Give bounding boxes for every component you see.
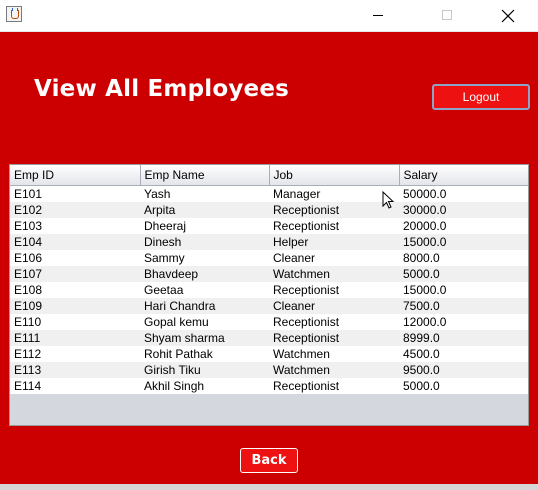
cell-salary: 4500.0 xyxy=(399,345,528,362)
cell-job: Watchmen xyxy=(269,265,399,282)
cell-salary: 30000.0 xyxy=(399,201,528,218)
logout-button[interactable]: Logout xyxy=(432,84,530,110)
cell-salary: 7500.0 xyxy=(399,297,528,314)
table-row[interactable]: E101 Yash Manager 50000.0 xyxy=(10,185,528,202)
cell-job: Receptionist xyxy=(269,217,399,234)
table-row[interactable]: E104 Dinesh Helper 15000.0 xyxy=(10,233,528,250)
column-header-emp-id[interactable]: Emp ID xyxy=(10,165,141,186)
window-bottom-edge xyxy=(0,484,538,490)
cell-salary: 50000.0 xyxy=(399,185,528,202)
cell-salary: 15000.0 xyxy=(399,233,528,250)
cell-emp-name: Gopal kemu xyxy=(140,313,269,330)
cell-emp-id: E103 xyxy=(10,217,140,234)
cell-salary: 15000.0 xyxy=(399,281,528,298)
cell-emp-name: Hari Chandra xyxy=(140,297,269,314)
cell-emp-name: Dinesh xyxy=(140,233,269,250)
cell-emp-name: Shyam sharma xyxy=(140,329,269,346)
title-bar xyxy=(0,0,538,32)
maximize-icon[interactable] xyxy=(424,0,470,31)
cell-job: Helper xyxy=(269,233,399,250)
cell-job: Cleaner xyxy=(269,249,399,266)
table-row[interactable]: E107 Bhavdeep Watchmen 5000.0 xyxy=(10,265,528,282)
cell-emp-name: Bhavdeep xyxy=(140,265,269,282)
table-row[interactable]: E108 Geetaa Receptionist 15000.0 xyxy=(10,281,528,298)
table-row[interactable]: E106 Sammy Cleaner 8000.0 xyxy=(10,249,528,266)
cell-salary: 9500.0 xyxy=(399,361,528,378)
table-header-row: Emp ID Emp Name Job Salary xyxy=(10,165,528,186)
cell-job: Receptionist xyxy=(269,329,399,346)
column-header-emp-name[interactable]: Emp Name xyxy=(140,165,270,186)
table-row[interactable]: E112 Rohit Pathak Watchmen 4500.0 xyxy=(10,345,528,362)
column-header-salary[interactable]: Salary xyxy=(399,165,528,186)
cell-emp-name: Dheeraj xyxy=(140,217,269,234)
cell-job: Watchmen xyxy=(269,345,399,362)
cell-job: Receptionist xyxy=(269,201,399,218)
table-row[interactable]: E114 Akhil Singh Receptionist 5000.0 xyxy=(10,377,528,394)
column-header-job[interactable]: Job xyxy=(269,165,400,186)
page-title: View All Employees xyxy=(34,76,290,102)
cell-emp-id: E101 xyxy=(10,185,140,202)
table-row[interactable]: E102 Arpita Receptionist 30000.0 xyxy=(10,201,528,218)
cell-job: Receptionist xyxy=(269,313,399,330)
cell-job: Receptionist xyxy=(269,377,399,394)
cell-emp-id: E112 xyxy=(10,345,140,362)
cell-emp-id: E107 xyxy=(10,265,140,282)
cell-emp-id: E114 xyxy=(10,377,140,394)
table-row[interactable]: E111 Shyam sharma Receptionist 8999.0 xyxy=(10,329,528,346)
table-row[interactable]: E103 Dheeraj Receptionist 20000.0 xyxy=(10,217,528,234)
employee-table[interactable]: Emp ID Emp Name Job Salary E101 Yash Manag… xyxy=(9,164,529,426)
cell-emp-id: E113 xyxy=(10,361,140,378)
cell-salary: 8000.0 xyxy=(399,249,528,266)
cell-emp-id: E104 xyxy=(10,233,140,250)
table-row[interactable]: E113 Girish Tiku Watchmen 9500.0 xyxy=(10,361,528,378)
cell-emp-name: Arpita xyxy=(140,201,269,218)
cell-emp-id: E106 xyxy=(10,249,140,266)
cell-job: Watchmen xyxy=(269,361,399,378)
cell-emp-name: Geetaa xyxy=(140,281,269,298)
cell-salary: 20000.0 xyxy=(399,217,528,234)
cell-emp-name: Girish Tiku xyxy=(140,361,269,378)
cell-emp-id: E108 xyxy=(10,281,140,298)
table-row[interactable]: E110 Gopal kemu Receptionist 12000.0 xyxy=(10,313,528,330)
cell-salary: 12000.0 xyxy=(399,313,528,330)
cell-emp-name: Rohit Pathak xyxy=(140,345,269,362)
cell-salary: 5000.0 xyxy=(399,265,528,282)
cell-job: Receptionist xyxy=(269,281,399,298)
cell-emp-id: E110 xyxy=(10,313,140,330)
mouse-pointer-icon xyxy=(382,191,395,209)
cell-emp-name: Akhil Singh xyxy=(140,377,269,394)
cell-emp-id: E111 xyxy=(10,329,140,346)
close-icon[interactable] xyxy=(486,0,532,31)
cell-salary: 5000.0 xyxy=(399,377,528,394)
cell-emp-id: E109 xyxy=(10,297,140,314)
cell-salary: 8999.0 xyxy=(399,329,528,346)
cell-job: Manager xyxy=(269,185,399,202)
cell-emp-name: Yash xyxy=(140,185,269,202)
cell-emp-id: E102 xyxy=(10,201,140,218)
table-row[interactable]: E109 Hari Chandra Cleaner 7500.0 xyxy=(10,297,528,314)
back-button[interactable]: Back xyxy=(240,448,298,473)
java-icon xyxy=(6,6,22,22)
minimize-icon[interactable] xyxy=(355,0,401,31)
cell-job: Cleaner xyxy=(269,297,399,314)
cell-emp-name: Sammy xyxy=(140,249,269,266)
